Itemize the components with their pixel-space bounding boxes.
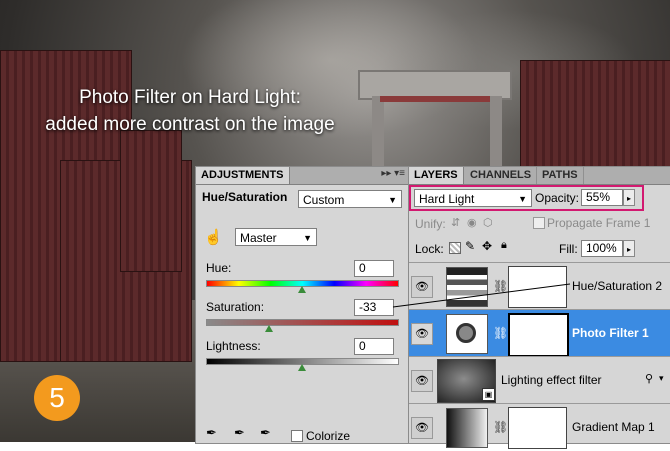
blend-mode-value: Hard Light xyxy=(419,192,475,206)
layer-effects-icon[interactable]: ⚲ xyxy=(645,372,653,385)
layer-row-selected[interactable]: 👁︎ ⛓ Photo Filter 1 xyxy=(409,309,670,357)
fill-label: Fill: xyxy=(559,242,578,256)
lightness-slider-thumb[interactable] xyxy=(297,364,306,371)
eye-icon[interactable]: 👁︎ xyxy=(411,417,433,439)
tab-paths[interactable]: PATHS xyxy=(537,167,584,184)
caption-line-1: Photo Filter on Hard Light: xyxy=(79,87,301,108)
hue-input[interactable]: 0 xyxy=(354,260,394,277)
layer-row[interactable]: 👁︎ ⛓ Gradient Map 1 xyxy=(409,403,670,451)
layers-tabbar: LAYERS CHANNELS PATHS xyxy=(409,167,670,185)
hue-slider-thumb[interactable] xyxy=(297,286,306,293)
hue-label: Hue: xyxy=(206,261,232,275)
layers-panel: LAYERS CHANNELS PATHS Hard Light ▼ Opaci… xyxy=(408,166,670,449)
layer-name: Lighting effect filter xyxy=(501,373,602,387)
container-stack xyxy=(120,130,182,272)
chevron-down-icon: ▼ xyxy=(518,194,527,204)
step-badge: 5 xyxy=(34,375,80,421)
link-icon[interactable]: ⛓ xyxy=(493,279,508,293)
eyedropper-minus-icon[interactable]: ✒ xyxy=(260,425,271,441)
lock-label: Lock: xyxy=(415,242,444,256)
saturation-slider[interactable] xyxy=(206,319,399,326)
fill-input[interactable]: 100% xyxy=(581,240,623,257)
fill-arrow-icon[interactable]: ▸ xyxy=(623,240,635,257)
layer-mask-thumbnail xyxy=(508,266,567,308)
layer-mask-thumbnail xyxy=(508,313,569,357)
smart-object-badge-icon: ▣ xyxy=(482,388,495,401)
eye-icon[interactable]: 👁︎ xyxy=(411,370,433,392)
caption-line-2: added more contrast on the image xyxy=(45,114,335,135)
layer-mask-thumbnail xyxy=(508,407,567,449)
chevron-down-icon: ▼ xyxy=(303,233,312,243)
photo-filter-icon xyxy=(456,323,476,343)
eye-icon[interactable]: 👁︎ xyxy=(411,276,433,298)
lock-transparent-icon[interactable] xyxy=(449,242,461,254)
preset-value: Custom xyxy=(303,193,345,207)
saturation-label: Saturation: xyxy=(206,300,265,314)
unify-label: Unify: xyxy=(415,217,446,231)
lightness-input[interactable]: 0 xyxy=(354,338,394,355)
photo-filter-thumbnail xyxy=(446,314,488,354)
tab-layers[interactable]: LAYERS xyxy=(409,167,464,184)
chevron-down-icon: ▼ xyxy=(388,195,397,205)
adjustments-tabbar: ADJUSTMENTS ▸▸ ▾≡ xyxy=(196,167,408,185)
crane-beam xyxy=(380,96,490,102)
channel-value: Master xyxy=(240,231,277,245)
layer-row[interactable]: 👁︎ ⛓ Hue/Saturation 2 xyxy=(409,262,670,310)
preset-select[interactable]: Custom ▼ xyxy=(298,190,402,208)
layer-name: Gradient Map 1 xyxy=(572,420,655,434)
unify-position-icon[interactable]: ⇵ xyxy=(451,216,460,229)
tab-adjustments[interactable]: ADJUSTMENTS xyxy=(196,167,290,184)
propagate-checkbox[interactable] xyxy=(533,217,545,229)
unify-style-icon[interactable]: ⬡ xyxy=(483,216,493,229)
blend-mode-select[interactable]: Hard Light ▼ xyxy=(414,189,532,207)
hand-tool-icon[interactable]: ☝ xyxy=(204,228,223,246)
adjustment-title: Hue/Saturation xyxy=(202,190,288,204)
lock-all-icon[interactable]: 🔒︎ xyxy=(501,239,507,252)
adjustments-panel: ADJUSTMENTS ▸▸ ▾≡ Hue/Saturation Custom … xyxy=(195,166,409,444)
eyedropper-icon[interactable]: ✒ xyxy=(206,425,217,441)
layer-name: Photo Filter 1 xyxy=(572,326,649,340)
lightness-label: Lightness: xyxy=(206,339,261,353)
opacity-input[interactable]: 55% xyxy=(581,189,623,206)
saturation-input[interactable]: -33 xyxy=(354,299,394,316)
eye-icon[interactable]: 👁︎ xyxy=(411,323,433,345)
gradient-map-thumbnail xyxy=(446,408,488,448)
channel-select[interactable]: Master ▼ xyxy=(235,228,317,246)
hue-saturation-thumbnail xyxy=(446,267,488,307)
lock-paint-icon[interactable]: ✎ xyxy=(465,239,475,253)
link-icon[interactable]: ⛓ xyxy=(493,326,508,340)
tab-channels[interactable]: CHANNELS xyxy=(465,167,538,184)
expand-effects-icon[interactable]: ▾ xyxy=(659,373,664,384)
eyedropper-plus-icon[interactable]: ✒ xyxy=(234,425,245,441)
link-icon[interactable]: ⛓ xyxy=(493,420,508,434)
layer-row[interactable]: 👁︎ ▣ Lighting effect filter ⚲ ▾ xyxy=(409,356,670,404)
panel-menu-icon[interactable]: ▸▸ ▾≡ xyxy=(381,168,405,179)
container-stack xyxy=(520,60,670,172)
lock-move-icon[interactable]: ✥ xyxy=(482,239,492,253)
saturation-slider-thumb[interactable] xyxy=(265,325,274,332)
opacity-arrow-icon[interactable]: ▸ xyxy=(623,189,635,206)
opacity-label: Opacity: xyxy=(535,191,580,205)
caption: Photo Filter on Hard Light: added more c… xyxy=(40,84,340,138)
colorize-checkbox[interactable] xyxy=(291,430,303,442)
unify-visibility-icon[interactable]: ◉ xyxy=(467,216,477,229)
colorize-label: Colorize xyxy=(306,429,351,443)
layer-name: Hue/Saturation 2 xyxy=(572,279,663,293)
propagate-label: Propagate Frame 1 xyxy=(547,216,651,230)
